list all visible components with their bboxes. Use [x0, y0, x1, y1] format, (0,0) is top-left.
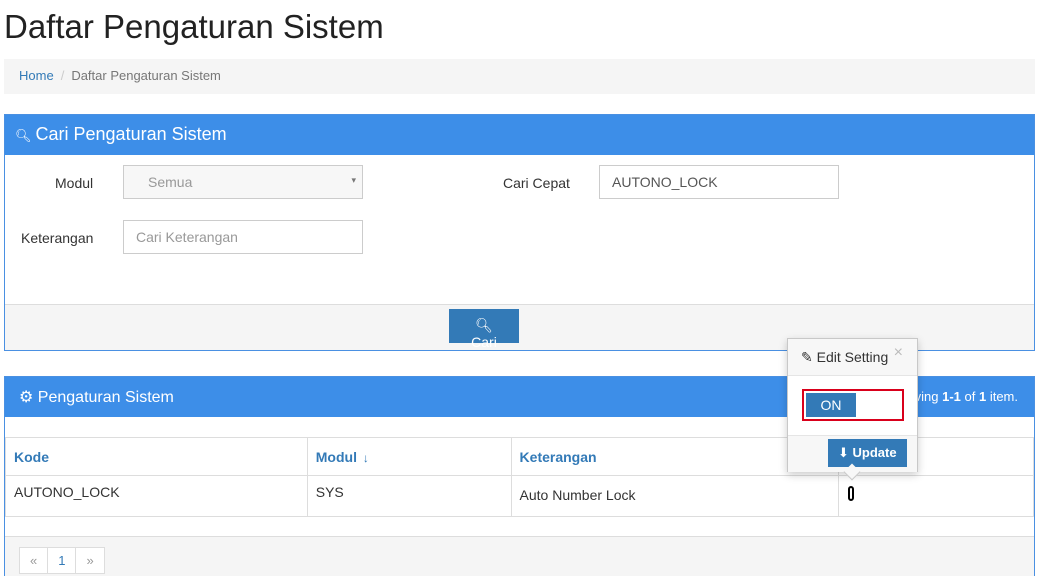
- search-panel-title: Cari Pengaturan Sistem: [35, 124, 227, 144]
- summary-range: 1-1: [942, 389, 961, 404]
- cell-modul: SYS: [306, 475, 512, 517]
- update-button[interactable]: ⬇ Update: [828, 439, 907, 467]
- cell-actions: [838, 475, 1034, 517]
- grid-panel-title: Pengaturan Sistem: [37, 389, 174, 406]
- update-button-label: Update: [852, 445, 897, 460]
- cari-cepat-label: Cari Cepat: [503, 175, 570, 191]
- column-header-kode[interactable]: Kode: [5, 437, 308, 476]
- edit-setting-icon[interactable]: [848, 486, 855, 501]
- cell-keterangan: Auto Number Lock: [510, 475, 840, 517]
- modul-label: Modul: [55, 175, 94, 191]
- download-icon: ⬇: [838, 445, 849, 460]
- search-panel: 🔍︎ Cari Pengaturan Sistem Modul Semua ▾ C…: [4, 114, 1035, 351]
- sort-ascending-icon: ↓: [362, 451, 369, 465]
- cari-button-label: Cari: [471, 334, 497, 350]
- breadcrumb-current: Daftar Pengaturan Sistem: [71, 68, 221, 83]
- summary-prefix: ving: [914, 389, 943, 404]
- page-title: Daftar Pengaturan Sistem: [4, 8, 384, 45]
- setting-toggle[interactable]: ON: [806, 393, 900, 417]
- search-icon: 🔍︎: [475, 317, 493, 333]
- cari-button[interactable]: 🔍︎ Cari: [449, 309, 519, 350]
- close-icon[interactable]: ×: [894, 344, 903, 362]
- grid-summary: ving 1-1 of 1 item.: [915, 389, 1018, 404]
- cell-kode: AUTONO_LOCK: [5, 475, 308, 517]
- edit-setting-popover: ✎ Edit Setting × ON ⬇ Update: [787, 338, 918, 481]
- chevron-down-icon: ▾: [351, 175, 356, 185]
- toggle-on-label: ON: [806, 393, 856, 417]
- summary-suffix: item.: [986, 389, 1018, 404]
- breadcrumb-separator: /: [60, 68, 65, 83]
- column-header-keterangan-label: Keterangan: [519, 449, 597, 465]
- pagination: « 1 »: [19, 547, 105, 574]
- cari-cepat-input[interactable]: AUTONO_LOCK: [599, 165, 839, 199]
- pagination-prev[interactable]: «: [19, 547, 49, 574]
- gears-icon: ⚙: [19, 389, 34, 406]
- popover-title-label: Edit Setting: [816, 349, 889, 365]
- grid-footer: « 1 »: [5, 536, 1034, 576]
- breadcrumb: Home / Daftar Pengaturan Sistem: [4, 59, 1035, 94]
- modul-select[interactable]: Semua ▾: [123, 165, 363, 199]
- keterangan-label: Keterangan: [21, 230, 94, 246]
- column-header-modul-label: Modul: [315, 449, 357, 465]
- column-header-kode-label: Kode: [14, 449, 49, 465]
- toggle-highlight: ON: [802, 389, 904, 421]
- edit-icon: ✎: [801, 349, 813, 365]
- summary-of: of: [960, 389, 979, 404]
- keterangan-input[interactable]: Cari Keterangan: [123, 220, 363, 254]
- breadcrumb-home-link[interactable]: Home: [19, 68, 54, 83]
- search-icon: 🔍︎: [15, 128, 32, 143]
- pagination-next[interactable]: »: [75, 547, 105, 574]
- table-row: AUTONO_LOCK SYS Auto Number Lock: [5, 475, 1034, 517]
- pagination-page-1[interactable]: 1: [47, 547, 77, 574]
- search-panel-header: 🔍︎ Cari Pengaturan Sistem: [5, 115, 1034, 155]
- column-header-modul[interactable]: Modul ↓: [306, 437, 512, 476]
- modul-select-value: Semua: [148, 174, 193, 190]
